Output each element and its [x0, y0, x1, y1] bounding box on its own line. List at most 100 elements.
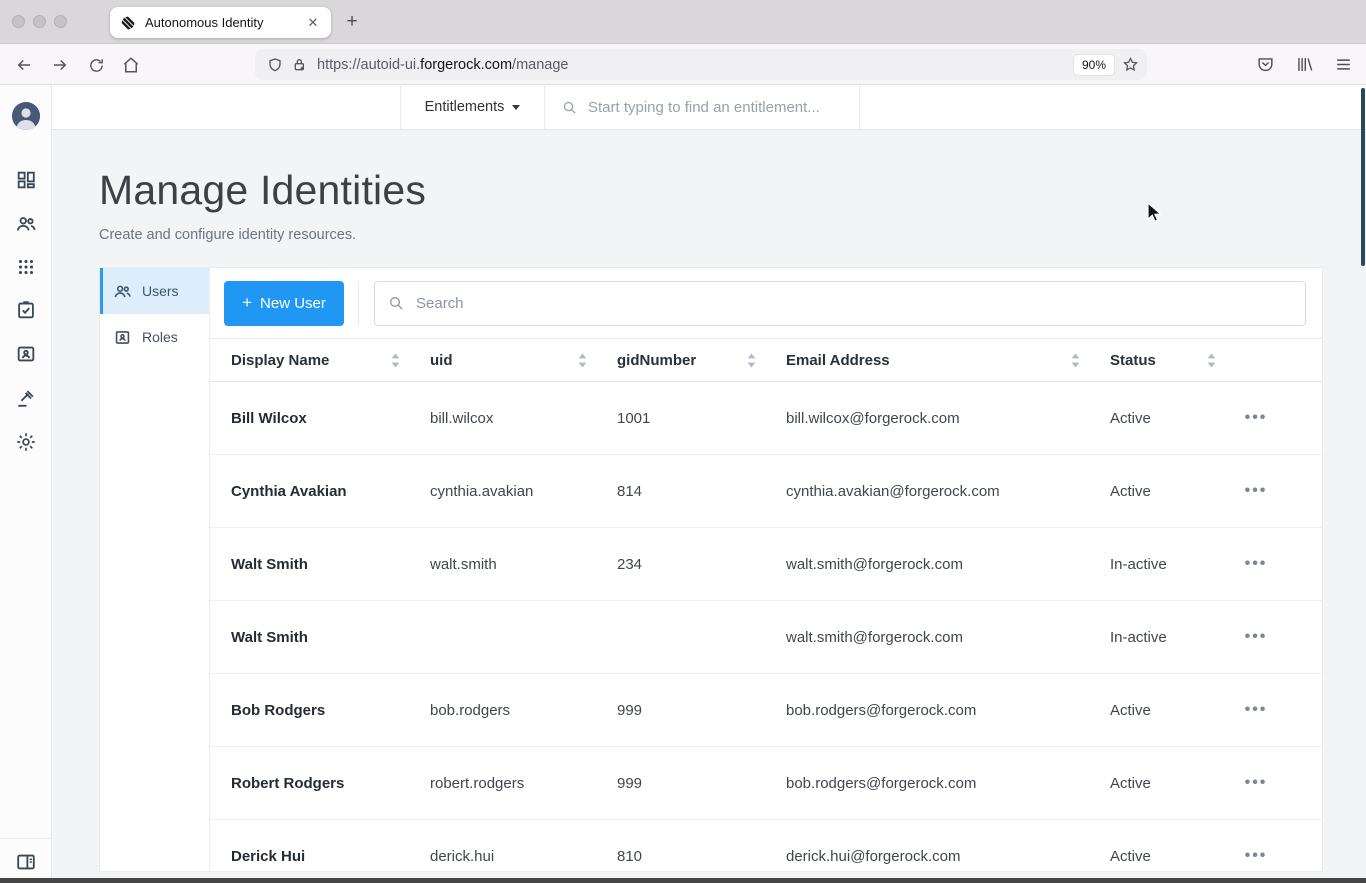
cell-display-name: Walt Smith	[231, 555, 308, 573]
table-row[interactable]: Walt Smith walt.smith 234 walt.smith@for…	[210, 528, 1322, 601]
window-close-button[interactable]	[12, 15, 25, 28]
home-button[interactable]	[117, 51, 145, 79]
sidebar-collapse-icon[interactable]	[15, 851, 37, 873]
column-header-display-name[interactable]: Display Name	[231, 352, 430, 369]
library-icon[interactable]	[1293, 54, 1315, 76]
table-row[interactable]: Cynthia Avakian cynthia.avakian 814 cynt…	[210, 455, 1322, 528]
page-content: Manage Identities Create and configure i…	[52, 130, 1366, 883]
cell-email: walt.smith@forgerock.com	[786, 628, 963, 646]
new-user-button-label: New User	[260, 294, 326, 312]
sort-icon[interactable]	[747, 353, 756, 368]
cell-gidnumber: 999	[617, 701, 643, 719]
sidebar-item-applications[interactable]	[15, 256, 37, 278]
avatar[interactable]	[12, 102, 40, 130]
window-minimize-button[interactable]	[33, 15, 46, 28]
row-menu-icon[interactable]: •••	[1245, 702, 1268, 718]
cell-email: bob.rodgers@forgerock.com	[786, 774, 977, 792]
cell-uid: cynthia.avakian	[430, 482, 534, 500]
tab-close-icon[interactable]: ✕	[303, 13, 323, 33]
entitlements-dropdown[interactable]: Entitlements	[400, 85, 545, 129]
cell-display-name: Bill Wilcox	[231, 409, 307, 427]
table-row[interactable]: Bob Rodgers bob.rodgers 999 bob.rodgers@…	[210, 674, 1322, 747]
column-header-uid[interactable]: uid	[430, 352, 617, 369]
table-header-row: Display Name uid gidNumber Email Address	[210, 338, 1322, 382]
cell-display-name: Bob Rodgers	[231, 701, 326, 719]
tab-title: Autonomous Identity	[145, 15, 264, 30]
cell-gidnumber: 234	[617, 555, 643, 573]
table-row[interactable]: Robert Rodgers robert.rodgers 999 bob.ro…	[210, 747, 1322, 820]
tab-roles-label: Roles	[142, 329, 178, 345]
reload-button[interactable]	[82, 51, 110, 79]
new-user-button[interactable]: + New User	[224, 280, 344, 326]
cell-gidnumber: 814	[617, 482, 643, 500]
sidebar-item-tasks[interactable]	[15, 299, 37, 321]
cell-uid: derick.hui	[430, 847, 495, 865]
zoom-level-badge[interactable]: 90%	[1073, 54, 1114, 75]
row-menu-icon[interactable]: •••	[1245, 556, 1268, 572]
tab-roles[interactable]: Roles	[100, 314, 209, 360]
tracking-shield-icon[interactable]	[267, 57, 283, 73]
cell-display-name: Robert Rodgers	[231, 774, 345, 792]
cell-email: bill.wilcox@forgerock.com	[786, 409, 960, 427]
identities-card: Users Roles + New User Search Display Na…	[99, 267, 1323, 872]
column-header-gidnumber[interactable]: gidNumber	[617, 352, 786, 369]
address-bar[interactable]: https://autoid-ui.forgerock.com/manage 9…	[255, 49, 1147, 80]
cell-status: Active	[1110, 774, 1151, 792]
row-menu-icon[interactable]: •••	[1245, 775, 1268, 791]
scrollbar-thumb[interactable]	[1361, 88, 1365, 266]
table-row[interactable]: Walt Smith walt.smith@forgerock.com In-a…	[210, 601, 1322, 674]
bookmark-star-icon[interactable]	[1122, 56, 1139, 73]
new-tab-button[interactable]: +	[341, 11, 363, 33]
chevron-down-icon	[512, 104, 521, 110]
table-row[interactable]: Derick Hui derick.hui 810 derick.hui@for…	[210, 820, 1322, 871]
sort-icon[interactable]	[391, 353, 400, 368]
sidebar-item-identities[interactable]	[15, 343, 37, 365]
table-controls: + New User	[210, 268, 1322, 338]
cell-status: In-active	[1110, 555, 1167, 573]
cell-status: Active	[1110, 701, 1151, 719]
browser-tab[interactable]: Autonomous Identity ✕	[110, 7, 331, 38]
table-search	[374, 280, 1306, 326]
card-main: + New User Display Name	[210, 268, 1322, 871]
cell-uid: robert.rodgers	[430, 774, 525, 792]
sort-icon[interactable]	[1207, 353, 1216, 368]
sort-icon[interactable]	[1071, 353, 1080, 368]
browser-tabstrip: Autonomous Identity ✕ +	[0, 0, 1366, 44]
column-header-email[interactable]: Email Address	[786, 352, 1110, 369]
page-title: Manage Identities	[99, 167, 427, 213]
back-button[interactable]	[10, 51, 38, 79]
sidebar-item-settings[interactable]	[15, 431, 37, 453]
cell-uid: walt.smith	[430, 555, 497, 573]
sidebar-item-users[interactable]	[15, 213, 37, 235]
cell-gidnumber: 810	[617, 847, 643, 865]
forward-button[interactable]	[46, 51, 74, 79]
entitlement-search-input[interactable]	[588, 98, 859, 116]
card-tab-column: Users Roles	[100, 268, 210, 871]
sort-icon[interactable]	[578, 353, 587, 368]
cell-uid: bill.wilcox	[430, 409, 494, 427]
tab-users[interactable]: Users	[100, 268, 209, 314]
search-icon	[562, 100, 577, 115]
cell-email: derick.hui@forgerock.com	[786, 847, 961, 865]
cell-uid: bob.rodgers	[430, 701, 511, 719]
table-search-input[interactable]	[416, 294, 1305, 312]
browser-window: Autonomous Identity ✕ + https://autoid-u…	[0, 0, 1366, 883]
column-header-status[interactable]: Status	[1110, 352, 1230, 369]
cell-gidnumber: 999	[617, 774, 643, 792]
row-menu-icon[interactable]: •••	[1245, 848, 1268, 864]
row-menu-icon[interactable]: •••	[1245, 410, 1268, 426]
cell-gidnumber: 1001	[617, 409, 651, 427]
sidebar-item-dashboard[interactable]	[15, 169, 37, 191]
row-menu-icon[interactable]: •••	[1245, 483, 1268, 499]
search-icon	[388, 295, 404, 311]
pocket-icon[interactable]	[1254, 54, 1276, 76]
cell-status: Active	[1110, 409, 1151, 427]
table-row[interactable]: Bill Wilcox bill.wilcox 1001 bill.wilcox…	[210, 382, 1322, 455]
forgerock-logo-icon	[120, 14, 136, 31]
row-menu-icon[interactable]: •••	[1245, 629, 1268, 645]
cell-email: cynthia.avakian@forgerock.com	[786, 482, 1000, 500]
sidebar-item-rules[interactable]	[15, 387, 37, 409]
window-maximize-button[interactable]	[54, 15, 67, 28]
menu-hamburger-icon[interactable]	[1332, 54, 1354, 76]
connection-lock-icon[interactable]	[292, 57, 308, 73]
